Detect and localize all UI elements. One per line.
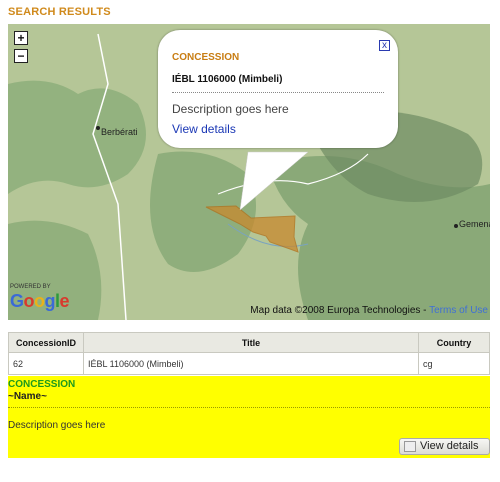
- close-icon[interactable]: x: [379, 40, 390, 51]
- popup-separator: [172, 92, 384, 93]
- popup-title: CONCESSION: [172, 52, 240, 63]
- popup-view-details-link[interactable]: View details: [172, 122, 236, 136]
- map[interactable]: + − Berbérati Gemena CONCESSION IÉBL 110…: [8, 24, 490, 320]
- column-header-country[interactable]: Country: [418, 332, 490, 353]
- concession-detail-panel: CONCESSION ~Name~ Description goes here …: [8, 376, 490, 458]
- view-details-button[interactable]: View details: [399, 438, 490, 455]
- detail-name: ~Name~: [8, 391, 47, 402]
- popup-description: Description goes here: [172, 102, 289, 116]
- details-icon: [404, 441, 416, 452]
- detail-title: CONCESSION: [8, 379, 76, 390]
- detail-separator: [8, 407, 490, 408]
- search-results-heading: SEARCH RESULTS: [8, 6, 111, 18]
- info-popup: CONCESSION IÉBL 1106000 (Mimbeli) Descri…: [158, 30, 398, 148]
- view-details-label: View details: [420, 440, 479, 452]
- table-row[interactable]: 62 IÉBL 1106000 (Mimbeli) cg: [8, 352, 490, 375]
- cell-country: cg: [418, 352, 490, 375]
- powered-by-label: POWERED BY: [10, 284, 51, 290]
- cell-title: IÉBL 1106000 (Mimbeli): [83, 352, 419, 375]
- terms-of-use-link[interactable]: Terms of Use: [429, 305, 488, 316]
- column-header-title[interactable]: Title: [83, 332, 419, 353]
- google-logo[interactable]: Google: [10, 291, 70, 312]
- map-attribution: Map data ©2008 Europa Technologies - Ter…: [250, 305, 488, 316]
- popup-concession-name: IÉBL 1106000 (Mimbeli): [172, 74, 283, 85]
- attribution-text: Map data ©2008 Europa Technologies -: [250, 305, 430, 316]
- table-header-row: ConcessionID Title Country: [8, 332, 490, 353]
- column-header-concessionid[interactable]: ConcessionID: [8, 332, 84, 353]
- detail-description: Description goes here: [8, 420, 106, 431]
- cell-concessionid: 62: [8, 352, 84, 375]
- results-table: ConcessionID Title Country 62 IÉBL 11060…: [8, 332, 490, 375]
